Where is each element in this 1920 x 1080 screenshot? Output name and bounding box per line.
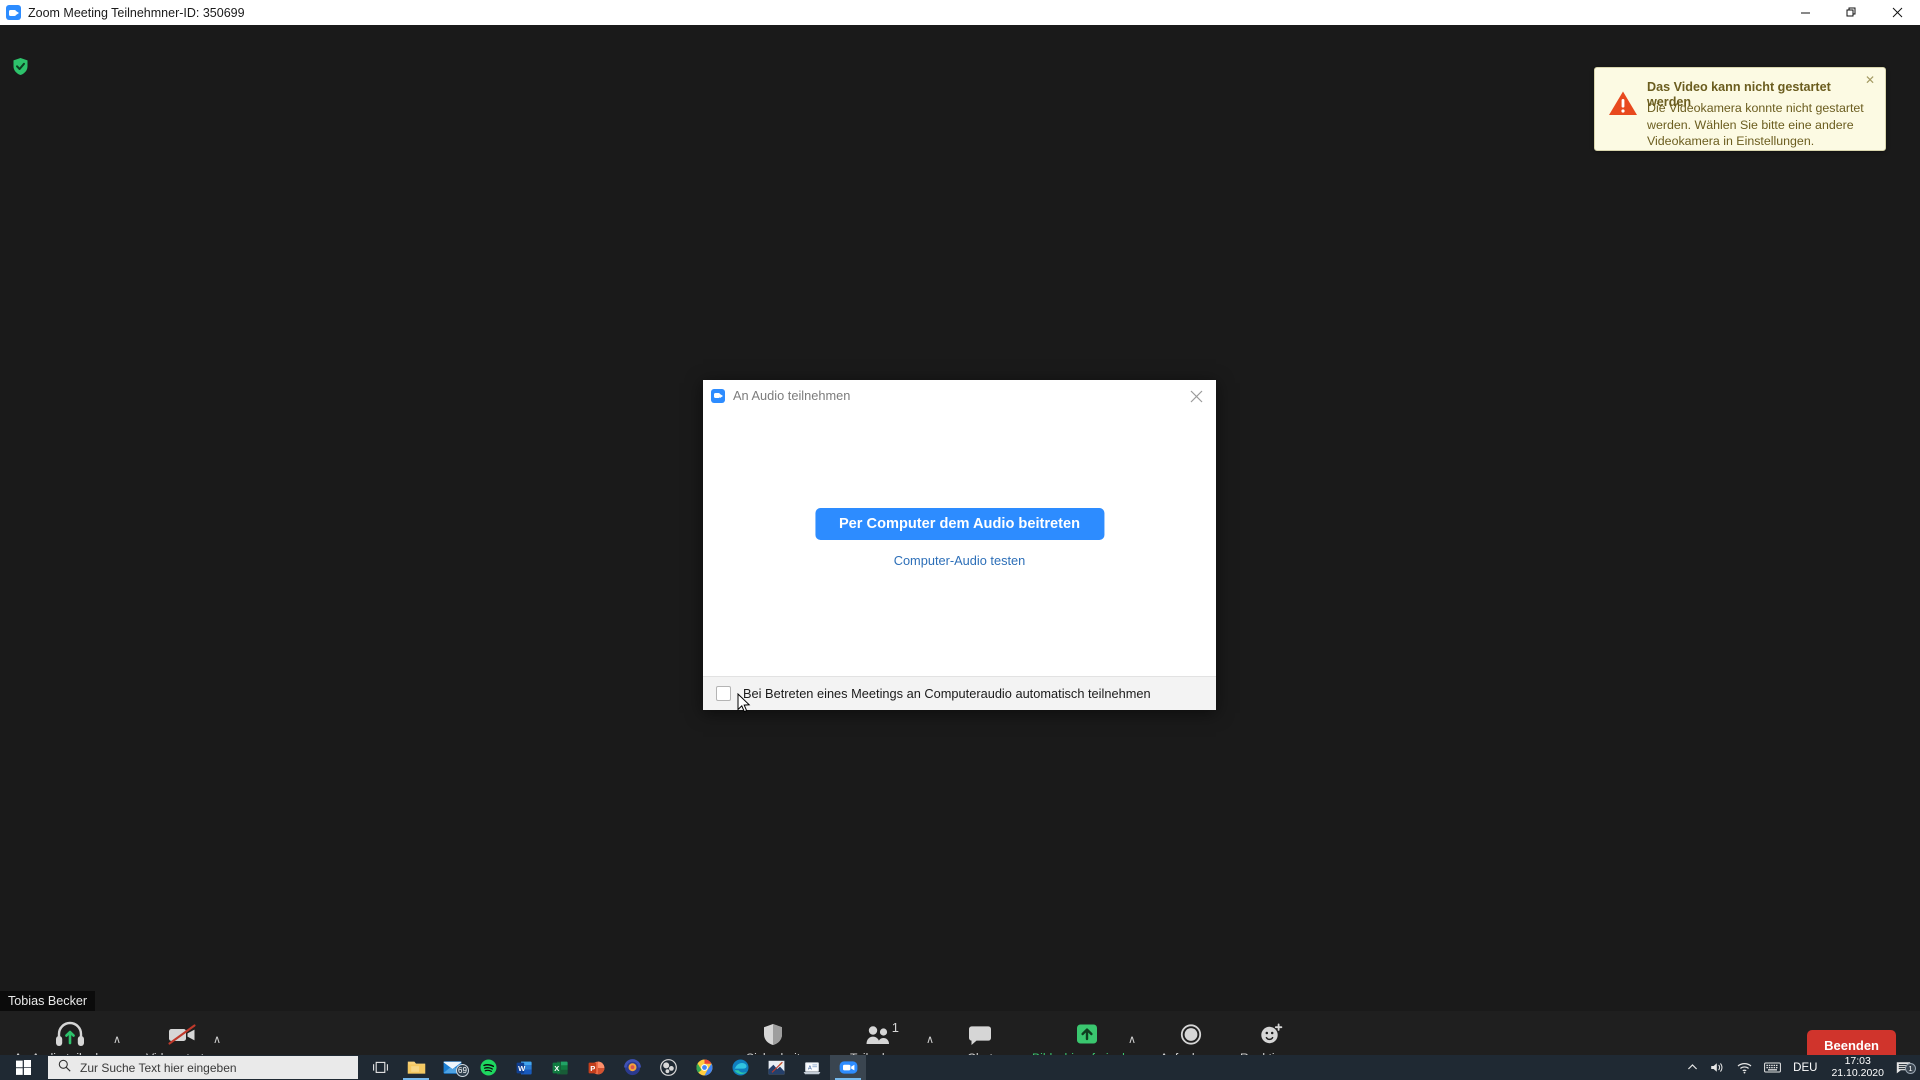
windows-taskbar: Zur Suche Text hier eingeben 69 W X P A … — [0, 1055, 1920, 1080]
mail-badge-count: 69 — [456, 1064, 469, 1077]
dialog-body: Per Computer dem Audio beitreten Compute… — [703, 412, 1216, 676]
start-icon[interactable] — [0, 1055, 46, 1080]
auto-join-audio-checkbox[interactable] — [716, 686, 731, 701]
self-view-name-label: Tobias Becker — [0, 991, 96, 1011]
volume-icon[interactable] — [1704, 1061, 1731, 1074]
speech-bubble-icon — [966, 1016, 994, 1048]
auto-join-audio-label: Bei Betreten eines Meetings an Computera… — [743, 686, 1151, 701]
window-controls — [1782, 0, 1920, 25]
window-title-bar: Zoom Meeting Teilnehmner-ID: 350699 — [0, 0, 1920, 25]
presentation-app-icon[interactable]: A — [794, 1055, 830, 1080]
svg-text:X: X — [554, 1064, 559, 1073]
svg-text:A: A — [808, 1065, 812, 1071]
svg-text:P: P — [590, 1064, 595, 1073]
search-input[interactable]: Zur Suche Text hier eingeben — [48, 1056, 358, 1079]
toast-close-icon[interactable]: ✕ — [1861, 71, 1879, 89]
audio-app-icon[interactable] — [614, 1055, 650, 1080]
encryption-shield-icon[interactable] — [12, 57, 29, 76]
meeting-stage: Das Video kann nicht gestartet werden Di… — [0, 25, 1920, 1080]
dialog-close-icon[interactable] — [1184, 384, 1208, 408]
audio-options-caret-icon[interactable]: ∧ — [113, 1033, 121, 1046]
taskbar-clock[interactable]: 17:03 21.10.2020 — [1823, 1055, 1892, 1079]
search-placeholder: Zur Suche Text hier eingeben — [80, 1060, 237, 1075]
video-options-caret-icon[interactable]: ∧ — [213, 1033, 221, 1046]
svg-text:W: W — [518, 1064, 526, 1073]
spotify-icon[interactable] — [470, 1055, 506, 1080]
clock-date: 21.10.2020 — [1831, 1066, 1884, 1079]
edge-icon[interactable] — [722, 1055, 758, 1080]
warning-triangle-icon — [1608, 90, 1638, 117]
join-audio-dialog: An Audio teilnehmen Per Computer dem Aud… — [703, 380, 1216, 710]
video-error-toast: Das Video kann nicht gestartet werden Di… — [1594, 67, 1886, 151]
window-title: Zoom Meeting Teilnehmner-ID: 350699 — [28, 5, 245, 20]
photo-editor-icon[interactable] — [758, 1055, 794, 1080]
dialog-footer: Bei Betreten eines Meetings an Computera… — [703, 676, 1216, 710]
system-tray: DEU 17:03 21.10.2020 1 — [1681, 1055, 1920, 1080]
tray-chevron-icon[interactable] — [1681, 1063, 1704, 1072]
toast-body: Die Videokamera konnte nicht gestartet w… — [1647, 101, 1864, 148]
zoom-logo-icon — [6, 5, 21, 20]
word-icon[interactable]: W — [506, 1055, 542, 1080]
join-with-computer-audio-button[interactable]: Per Computer dem Audio beitreten — [814, 508, 1105, 540]
obs-icon[interactable] — [650, 1055, 686, 1080]
share-screen-icon — [1073, 1016, 1101, 1048]
record-circle-icon — [1177, 1016, 1205, 1048]
participants-options-caret-icon[interactable]: ∧ — [926, 1033, 934, 1046]
people-icon: 1 — [865, 1016, 899, 1048]
smiley-plus-icon — [1257, 1016, 1285, 1048]
notification-count-badge: 1 — [1905, 1062, 1916, 1074]
shield-icon — [760, 1016, 786, 1048]
keyboard-icon[interactable] — [1758, 1062, 1787, 1073]
file-explorer-icon[interactable] — [398, 1055, 434, 1080]
powerpoint-icon[interactable]: P — [578, 1055, 614, 1080]
dialog-title: An Audio teilnehmen — [733, 388, 851, 403]
close-button[interactable] — [1874, 0, 1920, 25]
participants-count: 1 — [891, 1020, 900, 1035]
clock-time: 17:03 — [1844, 1055, 1871, 1067]
zoom-logo-icon — [711, 388, 725, 403]
zoom-icon[interactable] — [830, 1055, 866, 1080]
wifi-icon[interactable] — [1731, 1062, 1758, 1074]
language-indicator[interactable]: DEU — [1787, 1062, 1823, 1074]
share-options-caret-icon[interactable]: ∧ — [1128, 1033, 1136, 1046]
headset-join-audio-icon — [54, 1016, 86, 1048]
test-computer-audio-link[interactable]: Computer-Audio testen — [894, 553, 1026, 568]
notification-center-icon[interactable]: 1 — [1892, 1061, 1920, 1075]
mouse-cursor — [737, 692, 751, 714]
mail-icon[interactable]: 69 — [434, 1055, 470, 1080]
minimize-button[interactable] — [1782, 0, 1828, 25]
chrome-icon[interactable] — [686, 1055, 722, 1080]
task-view-icon[interactable] — [362, 1055, 398, 1080]
excel-icon[interactable]: X — [542, 1055, 578, 1080]
restore-button[interactable] — [1828, 0, 1874, 25]
camera-off-icon — [166, 1016, 198, 1048]
search-icon — [58, 1059, 71, 1077]
dialog-title-bar: An Audio teilnehmen — [703, 380, 1216, 412]
